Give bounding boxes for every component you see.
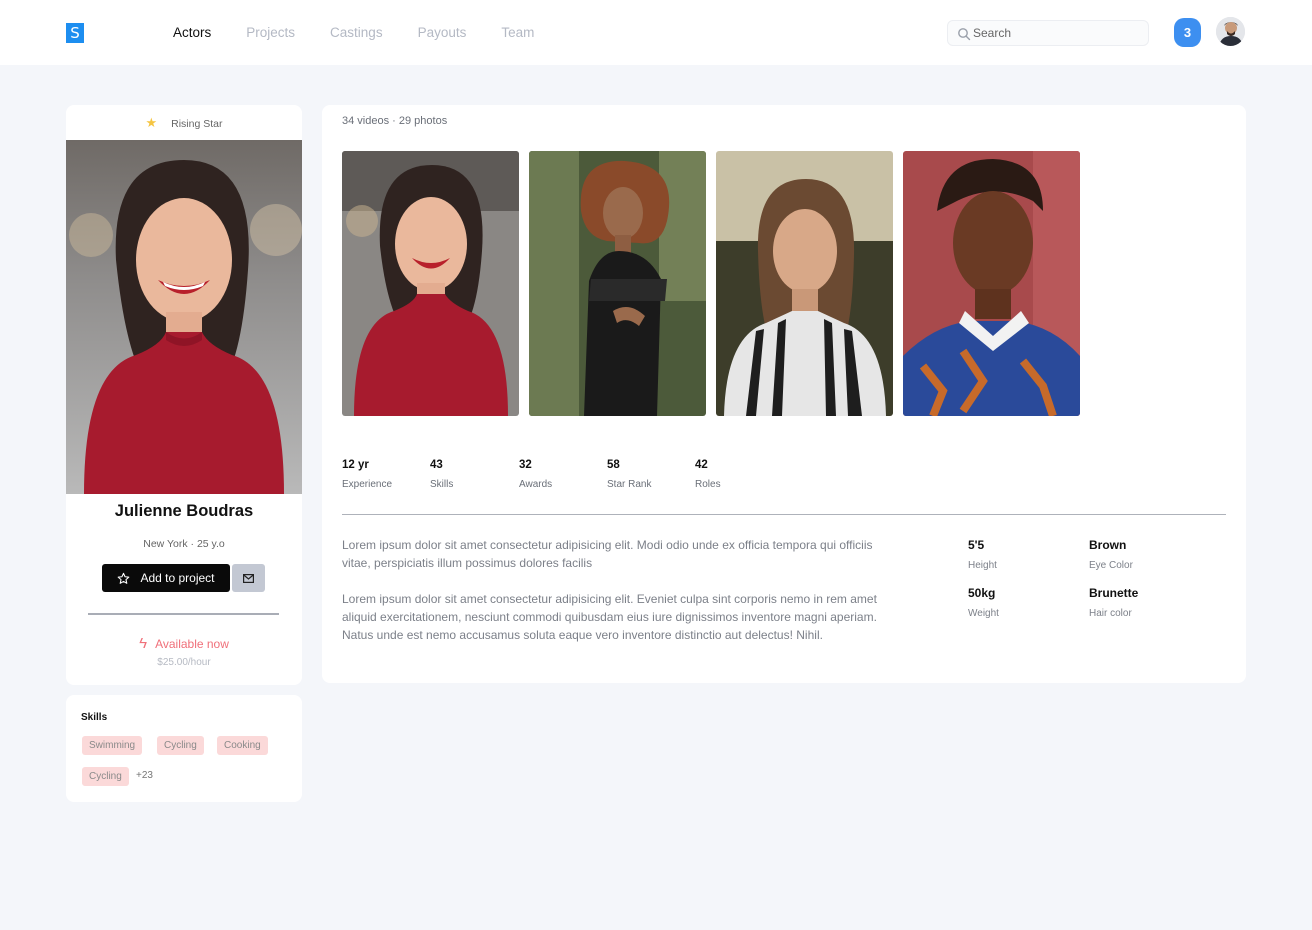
search-box: [947, 20, 1149, 46]
badge-label: Rising Star: [171, 118, 223, 130]
stat-label: Experience: [342, 479, 393, 490]
search-input[interactable]: [973, 24, 1143, 42]
nav-actors[interactable]: Actors: [173, 25, 211, 40]
notification-badge[interactable]: 3: [1174, 18, 1201, 47]
hourly-rate: $25.00/hour: [157, 657, 211, 668]
gallery-photo[interactable]: [716, 151, 893, 416]
skill-chip[interactable]: Cycling: [157, 736, 204, 755]
attr-label: Height: [968, 560, 997, 571]
avatar-image: [1216, 17, 1245, 46]
age-label: 25 y.o: [196, 538, 225, 550]
add-to-project-button[interactable]: Add to project: [102, 564, 230, 592]
nav-team[interactable]: Team: [501, 25, 534, 40]
photo-count: 29 photos: [398, 115, 448, 127]
stat-value: 32: [519, 459, 532, 471]
attr-value: 5'5: [968, 538, 985, 552]
stat-skills: 43 Skills: [430, 459, 453, 490]
bio-paragraph: Lorem ipsum dolor sit amet consectetur a…: [342, 538, 873, 570]
attr-label: Eye Color: [1089, 560, 1133, 571]
media-counts: 34 videos · 29 photos: [342, 115, 448, 127]
more-skills-count[interactable]: +23: [136, 770, 153, 781]
gallery-photo[interactable]: [342, 151, 519, 416]
stat-label: Awards: [519, 479, 553, 490]
star-icon: ★: [145, 115, 158, 130]
attr-eye-color: Brown Eye Color: [1089, 538, 1133, 571]
attr-label: Weight: [968, 608, 999, 619]
message-button[interactable]: [232, 564, 265, 592]
attr-value: Brunette: [1089, 586, 1139, 600]
gallery-photo[interactable]: [529, 151, 706, 416]
attr-value: 50kg: [968, 586, 996, 600]
actor-meta: New York · 25 y.o: [143, 538, 225, 550]
availability-status: ϟ Available now: [66, 635, 302, 652]
stat-label: Roles: [695, 479, 721, 490]
skills-title: Skills: [81, 712, 108, 723]
stat-star-rank: 58 Star Rank: [607, 459, 651, 490]
stat-value: 42: [695, 459, 708, 471]
attr-height: 5'5 Height: [968, 538, 997, 571]
actor-name: Julienne Boudras: [114, 502, 254, 520]
attr-hair-color: Brunette Hair color: [1089, 586, 1138, 619]
nav-castings[interactable]: Castings: [330, 25, 383, 40]
logo[interactable]: S: [66, 23, 84, 43]
stat-label: Skills: [430, 479, 454, 490]
skill-chip[interactable]: Swimming: [82, 736, 143, 755]
nav-projects[interactable]: Projects: [246, 25, 295, 40]
nav-payouts[interactable]: Payouts: [418, 25, 467, 40]
add-to-project-label: Add to project: [140, 571, 215, 585]
media-card: 34 videos · 29 photos 12 yr Experience 4…: [322, 105, 1246, 683]
mail-icon: [243, 573, 254, 583]
skills-card: Skills Swimming Cycling Cooking Cycling …: [66, 695, 302, 802]
stat-experience: 12 yr Experience: [342, 459, 392, 490]
divider: [342, 514, 1226, 515]
star-outline-icon: [118, 572, 130, 584]
stat-value: 12 yr: [342, 459, 369, 471]
profile-photo: [66, 140, 302, 494]
rising-star-badge: ★ Rising Star: [66, 115, 302, 131]
stat-roles: 42 Roles: [695, 459, 721, 490]
divider: [88, 613, 279, 615]
skill-chip[interactable]: Cycling: [82, 767, 129, 786]
attr-value: Brown: [1089, 538, 1127, 552]
stat-value: 58: [607, 459, 620, 471]
main-nav: Actors Projects Castings Payouts Team: [173, 25, 569, 40]
avatar[interactable]: [1216, 17, 1245, 46]
stat-value: 43: [430, 459, 443, 471]
bolt-icon: ϟ: [139, 635, 148, 652]
availability-label: Available now: [155, 637, 229, 651]
video-count: 34 videos: [342, 115, 390, 127]
stat-awards: 32 Awards: [519, 459, 552, 490]
profile-card: ★ Rising Star Julienne Boudras New York …: [66, 105, 302, 685]
location-label: New York: [143, 538, 188, 550]
attr-label: Hair color: [1089, 608, 1132, 619]
top-bar: S Actors Projects Castings Payouts Team …: [0, 0, 1312, 65]
bio-paragraph: Lorem ipsum dolor sit amet consectetur a…: [342, 592, 877, 642]
search-icon: [958, 28, 971, 41]
skill-chip[interactable]: Cooking: [217, 736, 268, 755]
gallery-photo[interactable]: [903, 151, 1080, 416]
stat-label: Star Rank: [607, 479, 652, 490]
attr-weight: 50kg Weight: [968, 586, 999, 619]
